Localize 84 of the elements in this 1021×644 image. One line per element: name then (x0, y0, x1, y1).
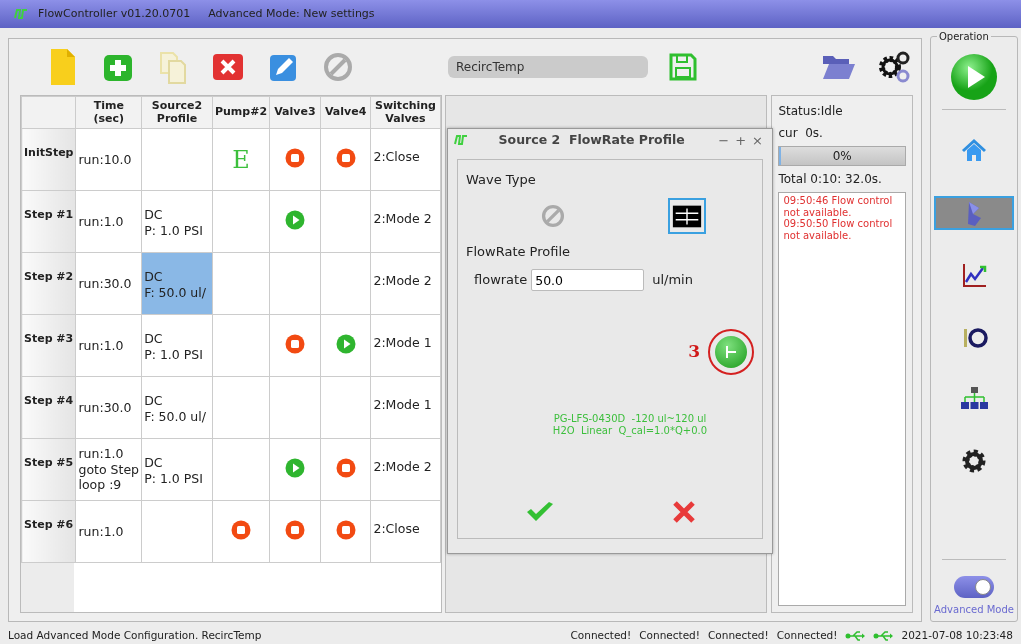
mode-label: Advanced Mode (934, 603, 1014, 617)
table-cell: 2:Mode 2 (370, 190, 441, 253)
unit-label: ul/min (652, 271, 693, 290)
stop-icon (335, 457, 356, 478)
run-button[interactable] (950, 53, 998, 101)
dc-wave-button[interactable] (668, 197, 706, 234)
connection-status: Connected! (776, 628, 838, 644)
sensor-info-text: H2O Linear Q_cal=1.0*Q+0.0 (552, 425, 708, 437)
table-cell: DC P: 1.0 PSI (141, 438, 213, 501)
mode-label: Advanced Mode: New settings (208, 5, 375, 22)
table-cell: DC F: 50.0 ul/ (141, 252, 213, 315)
row-header[interactable]: Step #1 (21, 190, 76, 253)
config-name-field[interactable]: RecircTemp (448, 56, 648, 78)
row-header[interactable]: Step #2 (21, 252, 76, 315)
maximize-button[interactable]: + (732, 133, 750, 147)
column-header: Valve3 (269, 96, 321, 129)
connection-status: Connected! (570, 628, 632, 644)
table-cell: DC F: 50.0 ul/ (141, 376, 213, 439)
stop-icon (284, 147, 305, 168)
apply-button[interactable] (715, 336, 747, 368)
table-cell: 2:Close (370, 128, 441, 191)
stop-icon (335, 147, 356, 168)
connection-status: Connected! (639, 628, 700, 644)
shape-nav-button[interactable] (934, 196, 1014, 230)
stop-icon (335, 519, 356, 540)
column-header: Valve4 (320, 96, 371, 129)
stop-icon (284, 519, 305, 540)
usb-icon (873, 630, 894, 642)
group-label: Operation (937, 29, 991, 44)
window-title: FlowController v01.20.0701 (38, 5, 191, 22)
row-header[interactable]: Step #5 (21, 438, 76, 501)
table-cell: DC P: 1.0 PSI (141, 314, 213, 377)
date-time: 2021-07-08 10:23:48 (901, 628, 1013, 644)
log-entry: 09:50:50 Flow control not available. (783, 218, 894, 241)
flowrate-field[interactable]: 50.0 (531, 269, 645, 291)
table-cell: 2:Mode 2 (370, 252, 441, 315)
row-header[interactable]: Step #6 (21, 500, 76, 563)
mode-toggle[interactable] (954, 576, 994, 598)
row-header-background (21, 563, 74, 612)
table-cell: run:30.0 (75, 252, 142, 315)
app-logo-icon (14, 9, 28, 19)
table-cell: run:30.0 (75, 376, 142, 439)
table-cell: 2:Mode 1 (370, 376, 441, 439)
table-cell: run:1.0 (75, 500, 142, 563)
column-header: Pump#2 (212, 96, 270, 129)
table-cell: 2:Close (370, 500, 441, 563)
status-text: Status:Idle (778, 103, 844, 120)
log-entry: 09:50:46 Flow control not available. (783, 195, 894, 218)
row-header[interactable]: Step #3 (21, 314, 76, 377)
table-cell: 2:Mode 2 (370, 438, 441, 501)
row-header[interactable]: InitStep (21, 128, 76, 191)
table-cell: run:10.0 (75, 128, 142, 191)
row-header[interactable]: Step #4 (21, 376, 76, 439)
table-cell: run:1.0 (75, 190, 142, 253)
app-logo-icon (454, 135, 468, 145)
play-icon (284, 209, 305, 230)
dialog-title: Source 2 FlowRate Profile (497, 130, 686, 149)
close-button[interactable]: × (749, 133, 766, 147)
table-cell: DC P: 1.0 PSI (141, 190, 213, 253)
stop-icon (284, 333, 305, 354)
status-letter: E (232, 145, 250, 174)
table-cell: 2:Mode 1 (370, 314, 441, 377)
section-label: Wave Type (466, 171, 537, 189)
step-icon (723, 344, 739, 360)
connection-status: Connected! (707, 628, 769, 644)
play-icon (335, 333, 356, 354)
table-cell: run:1.0 (75, 314, 142, 377)
field-label: flowrate (474, 271, 528, 290)
total-time-text: Total 0:10: 32.0s. (778, 171, 883, 188)
column-header: Source2 Profile (141, 96, 213, 129)
current-time-text: cur 0s. (778, 125, 824, 142)
minimize-button[interactable]: − (715, 133, 733, 147)
column-header: Switching Valves (370, 96, 441, 129)
status-message: Load Advanced Mode Configuration. RecircTemp (8, 628, 262, 644)
usb-icon (845, 630, 866, 642)
column-header: Time (sec) (75, 96, 142, 129)
annotation-number: 3 (688, 340, 700, 364)
table-cell: run:1.0 goto Step loop :9 (75, 438, 142, 501)
stop-icon (231, 519, 251, 540)
section-label: FlowRate Profile (466, 242, 572, 261)
progress-bar: 0% (778, 146, 906, 166)
sensor-info-text: PG-LFS-0430D -120 ul~120 ul (553, 413, 707, 425)
cancel-button[interactable] (671, 500, 696, 524)
play-icon (284, 457, 305, 478)
